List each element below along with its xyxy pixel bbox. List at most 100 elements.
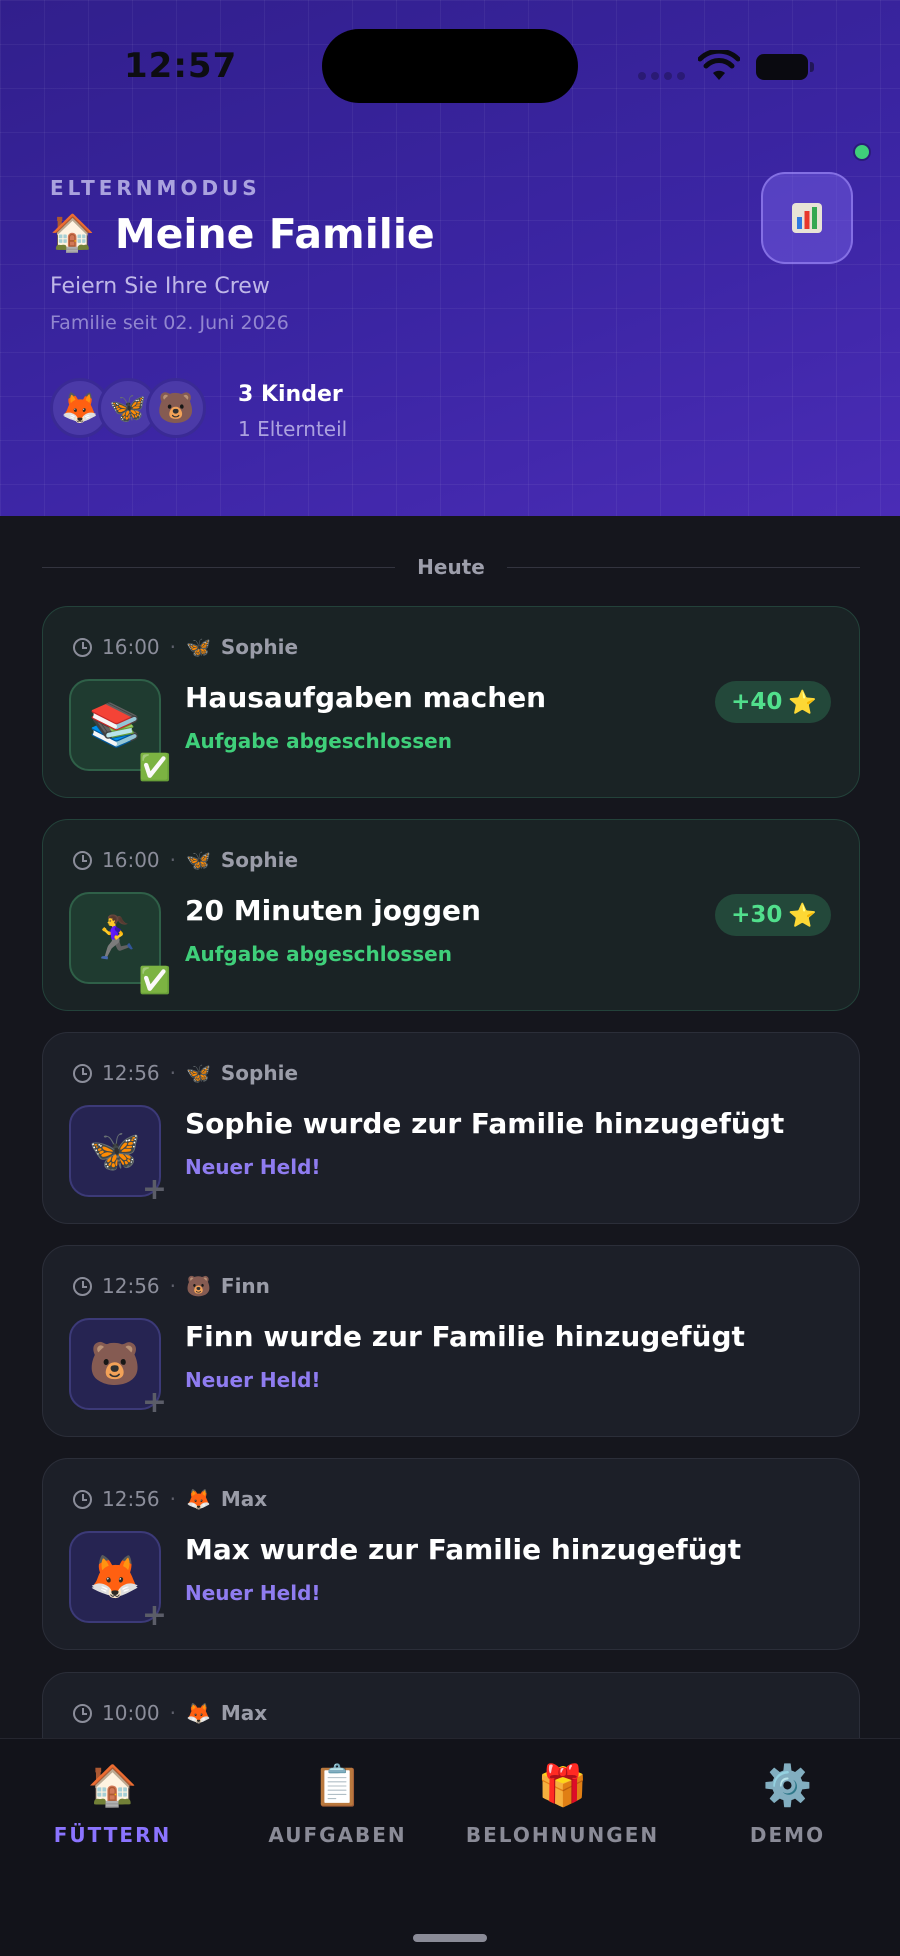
tab-label: FÜTTERN bbox=[53, 1823, 172, 1847]
status-bar-time: 12:57 bbox=[124, 46, 238, 86]
card-status: Aufgabe abgeschlossen bbox=[185, 942, 452, 966]
card-time: 16:00 bbox=[102, 848, 160, 872]
bear-icon: 🐻 bbox=[88, 1339, 142, 1388]
clock-icon bbox=[73, 1489, 92, 1509]
avatar-bear: 🐻 bbox=[146, 378, 206, 438]
fox-icon: 🦊 bbox=[186, 1701, 211, 1725]
section-label: Heute bbox=[417, 555, 485, 579]
points-badge: +30 ⭐ bbox=[715, 894, 831, 936]
gear-icon: ⚙️ bbox=[762, 1763, 813, 1809]
checkmark-icon: ✅ bbox=[138, 966, 171, 996]
card-meta: 16:00 · 🦋 Sophie bbox=[73, 635, 298, 659]
mode-label: ELTERNMODUS bbox=[50, 176, 261, 200]
tab-label: DEMO bbox=[749, 1823, 826, 1847]
clipboard-icon: 📋 bbox=[312, 1763, 363, 1809]
wifi-icon bbox=[698, 50, 740, 80]
title-row: 🏠 Meine Familie bbox=[50, 210, 435, 258]
card-kid-name: Max bbox=[220, 1487, 268, 1511]
feed-card-new-hero[interactable]: 12:56 · 🦊 Max 🦊 + Max wurde zur Familie … bbox=[42, 1458, 860, 1650]
checkmark-icon: ✅ bbox=[138, 753, 171, 783]
feed-card-task-completed[interactable]: 16:00 · 🦋 Sophie 🏃‍♀️ ✅ 20 Minuten jogge… bbox=[42, 819, 860, 1011]
tab-feed[interactable]: 🏠 FÜTTERN bbox=[0, 1761, 225, 1847]
tab-demo[interactable]: ⚙️ DEMO bbox=[675, 1761, 900, 1847]
parents-count: 1 Elternteil bbox=[238, 417, 348, 441]
kids-avatar-stack[interactable]: 🦊 🦋 🐻 bbox=[50, 378, 206, 438]
fox-icon: 🦊 bbox=[186, 1487, 211, 1511]
section-divider-today: Heute bbox=[42, 554, 861, 580]
card-status: Aufgabe abgeschlossen bbox=[185, 729, 452, 753]
feed-card-new-hero[interactable]: 12:56 · 🐻 Finn 🐻 + Finn wurde zur Famili… bbox=[42, 1245, 860, 1437]
points-value: +30 bbox=[731, 902, 783, 928]
fox-icon: 🦊 bbox=[88, 1552, 142, 1601]
tab-rewards[interactable]: 🎁 BELOHNUNGEN bbox=[450, 1761, 675, 1847]
tab-label: AUFGABEN bbox=[268, 1823, 407, 1847]
card-meta: 16:00 · 🦋 Sophie bbox=[73, 848, 298, 872]
task-tile: 📚 ✅ bbox=[69, 679, 171, 781]
clock-icon bbox=[73, 637, 92, 657]
home-indicator[interactable] bbox=[413, 1934, 487, 1942]
family-counts: 3 Kinder 1 Elternteil bbox=[238, 382, 347, 441]
tab-label: BELOHNUNGEN bbox=[465, 1823, 660, 1847]
hero-tile: 🦊 + bbox=[69, 1531, 167, 1631]
card-status: Neuer Held! bbox=[185, 1368, 321, 1392]
card-meta: 10:00 · 🦊 Max bbox=[73, 1701, 267, 1725]
family-header: 12:57 ELTERNMODUS 🏠 Meine Familie Feiern… bbox=[0, 0, 900, 516]
feed-card-task-completed[interactable]: 16:00 · 🦋 Sophie 📚 ✅ Hausaufgaben machen… bbox=[42, 606, 860, 798]
dynamic-island bbox=[322, 29, 578, 103]
card-time: 16:00 bbox=[102, 635, 160, 659]
hero-tile: 🦋 + bbox=[69, 1105, 167, 1205]
clock-icon bbox=[73, 1063, 92, 1083]
card-time: 12:56 bbox=[102, 1487, 160, 1511]
clock-icon bbox=[73, 1276, 92, 1296]
bar-chart-icon bbox=[792, 203, 822, 233]
battery-icon bbox=[756, 54, 814, 80]
card-time: 12:56 bbox=[102, 1274, 160, 1298]
star-icon: ⭐ bbox=[788, 902, 817, 929]
star-icon: ⭐ bbox=[788, 689, 817, 716]
butterfly-icon: 🦋 bbox=[186, 848, 211, 872]
family-since: Familie seit 02. Juni 2026 bbox=[50, 312, 289, 334]
card-title: Sophie wurde zur Familie hinzugefügt bbox=[185, 1107, 785, 1140]
card-kid-name: Max bbox=[220, 1701, 268, 1725]
page-subtitle: Feiern Sie Ihre Crew bbox=[50, 274, 270, 299]
gift-icon: 🎁 bbox=[537, 1763, 588, 1809]
clock-icon bbox=[73, 1703, 92, 1723]
feed-card-new-hero[interactable]: 12:56 · 🦋 Sophie 🦋 + Sophie wurde zur Fa… bbox=[42, 1032, 860, 1224]
books-icon: 📚 bbox=[88, 700, 142, 749]
card-status: Neuer Held! bbox=[185, 1155, 321, 1179]
bottom-tab-bar: 🏠 FÜTTERN 📋 AUFGABEN 🎁 BELOHNUNGEN ⚙️ DE… bbox=[0, 1738, 900, 1956]
card-kid-name: Finn bbox=[220, 1274, 270, 1298]
runner-icon: 🏃‍♀️ bbox=[88, 913, 142, 962]
tab-tasks[interactable]: 📋 AUFGABEN bbox=[225, 1761, 450, 1847]
butterfly-icon: 🦋 bbox=[88, 1126, 142, 1175]
card-kid-name: Sophie bbox=[220, 1061, 299, 1085]
card-title: Hausaufgaben machen bbox=[185, 681, 547, 714]
house-icon: 🏠 bbox=[87, 1763, 138, 1809]
card-title: Finn wurde zur Familie hinzugefügt bbox=[185, 1320, 745, 1353]
clock-icon bbox=[73, 850, 92, 870]
card-time: 10:00 bbox=[102, 1701, 160, 1725]
card-kid-name: Sophie bbox=[220, 848, 299, 872]
card-meta: 12:56 · 🐻 Finn bbox=[73, 1274, 270, 1298]
card-status: Neuer Held! bbox=[185, 1581, 321, 1605]
home-icon: 🏠 bbox=[50, 213, 95, 254]
hero-tile: 🐻 + bbox=[69, 1318, 167, 1418]
plus-icon: + bbox=[141, 1172, 167, 1207]
points-badge: +40 ⭐ bbox=[715, 681, 831, 723]
card-time: 12:56 bbox=[102, 1061, 160, 1085]
butterfly-icon: 🦋 bbox=[186, 1061, 211, 1085]
points-value: +40 bbox=[731, 689, 783, 715]
page-title: Meine Familie bbox=[114, 210, 435, 258]
task-tile: 🏃‍♀️ ✅ bbox=[69, 892, 171, 994]
plus-icon: + bbox=[141, 1598, 167, 1633]
online-status-dot bbox=[853, 143, 871, 161]
card-kid-name: Sophie bbox=[220, 635, 299, 659]
plus-icon: + bbox=[141, 1385, 167, 1420]
bear-icon: 🐻 bbox=[186, 1274, 211, 1298]
card-meta: 12:56 · 🦊 Max bbox=[73, 1487, 267, 1511]
butterfly-icon: 🦋 bbox=[186, 635, 211, 659]
card-title: Max wurde zur Familie hinzugefügt bbox=[185, 1533, 742, 1566]
stats-button[interactable] bbox=[761, 172, 853, 264]
card-title: 20 Minuten joggen bbox=[185, 894, 481, 927]
card-meta: 12:56 · 🦋 Sophie bbox=[73, 1061, 298, 1085]
